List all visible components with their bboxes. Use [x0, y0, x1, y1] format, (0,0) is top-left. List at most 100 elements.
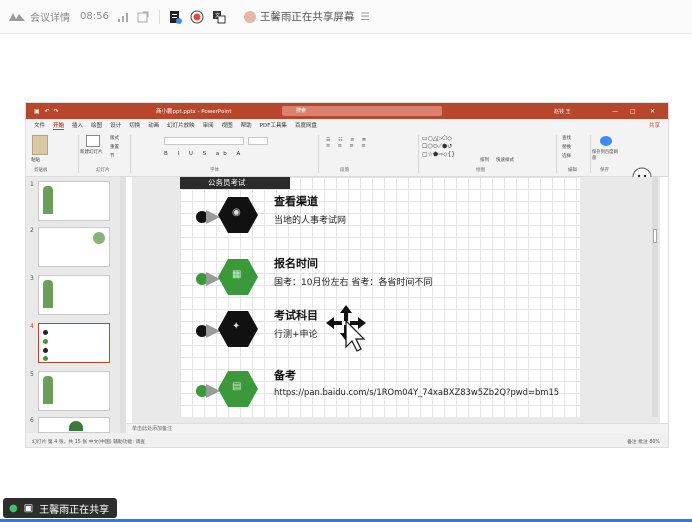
ppt-share-button[interactable]: 共享 [649, 121, 660, 129]
slide-thumbnails-pane: 1 2 3 4 5 6 [26, 177, 126, 433]
plant-image [93, 232, 105, 244]
ppt-menu-tabs: 文件 开始 插入 绘图 设计 切换 动画 幻灯片放映 审阅 视图 帮助 PDF工… [26, 119, 668, 131]
row-title: 报名时间 [274, 257, 318, 270]
tab-file[interactable]: 文件 [34, 121, 45, 129]
meeting-detail-button[interactable]: 会议详情 [30, 9, 70, 24]
slide-thumbnail-2[interactable] [38, 227, 110, 267]
ribbon-group-clipboard: 剪贴板 [34, 168, 48, 173]
tab-slideshow[interactable]: 幻灯片放映 [167, 121, 195, 129]
tab-draw[interactable]: 绘图 [91, 121, 102, 129]
slide-header: 公务员考试 [180, 177, 290, 189]
ppt-titlebar: ▣ ↶ ↷ 商小鹏ppt.pptx - PowerPoint 搜索 赵钱 王 —… [26, 103, 668, 119]
pointer-shape [206, 210, 220, 224]
calendar-icon: ▦ [232, 269, 242, 280]
ribbon-separator [418, 135, 419, 173]
ppt-search-input[interactable]: 搜索 [282, 106, 442, 116]
share-menu-icon[interactable]: ☰ [360, 11, 369, 23]
translate-icon[interactable]: 文 [212, 10, 226, 24]
redo-icon[interactable]: ↷ [54, 108, 59, 115]
slide-row: ▤ 备考 https://pan.baidu.com/s/1ROm04Y_74x… [190, 365, 580, 413]
baidu-save-button[interactable]: 保存到百度网盘 [592, 149, 622, 161]
record-icon[interactable] [190, 10, 204, 24]
slide-thumbnail-4[interactable] [38, 323, 110, 363]
close-icon[interactable]: ✕ [650, 108, 655, 115]
meeting-time: 08:56 [80, 11, 109, 22]
baidu-save-icon [600, 136, 612, 146]
tab-baidu-pan[interactable]: 百度网盘 [295, 121, 317, 129]
slide-thumbnail-5[interactable] [38, 371, 110, 411]
current-slide[interactable]: 公务员考试 ◉ 查看渠道 当地的人事考试网 ▦ 报名时间 国考：10月份左右 省… [180, 177, 580, 417]
thumb-number: 2 [30, 227, 34, 234]
status-right[interactable]: 备注 批注 80% [627, 438, 660, 445]
mic-icon[interactable]: ● [9, 503, 18, 514]
status-left: 幻灯片 第 4 张，共 15 张 中文(中国) 辅助功能: 调查 [32, 440, 146, 445]
sharing-indicator[interactable]: ● ▣ 王馨雨正在共享 [3, 498, 117, 518]
shapes-gallery[interactable]: ▭○△▷⬠◇ ☐⬡⬭⟋⬢↺ ▢☆⬟⇨⬦{} [422, 135, 474, 163]
notes-pane[interactable]: 单击此处添加备注 [126, 423, 668, 433]
font-format-buttons[interactable]: B I U S ab A [164, 151, 244, 157]
tab-review[interactable]: 审阅 [203, 121, 214, 129]
ribbon-group-slides: 幻灯片 [96, 168, 110, 173]
font-name-select[interactable] [164, 137, 244, 145]
ribbon-separator [556, 135, 557, 173]
paragraph-buttons[interactable]: ☰ ☷ ≡ ≣ ≡ ≡ ≡ ≡ [326, 137, 369, 149]
notes-icon[interactable] [168, 10, 182, 24]
svg-text:文: 文 [215, 12, 220, 19]
pointer-shape [206, 384, 220, 398]
row-title: 备考 [274, 369, 296, 382]
slide-thumbnail-1[interactable] [38, 181, 110, 221]
pointer-shape [206, 272, 220, 286]
thumb-number: 1 [30, 181, 34, 188]
ppt-file-name: 商小鹏ppt.pptx - PowerPoint [156, 109, 232, 115]
popout-icon[interactable] [137, 11, 149, 23]
section-button[interactable]: 节 [110, 153, 115, 159]
chart-icon: ▤ [232, 381, 242, 392]
tab-insert[interactable]: 插入 [72, 121, 83, 129]
slide-editor: 公务员考试 ◉ 查看渠道 当地的人事考试网 ▦ 报名时间 国考：10月份左右 省… [132, 177, 660, 433]
replace-button[interactable]: 替换 [562, 144, 571, 150]
minimize-icon[interactable]: — [612, 108, 618, 115]
thumb-number: 5 [30, 371, 34, 378]
sharing-indicator-label: 王馨雨正在共享 [39, 504, 110, 516]
gear-icon: ✦ [232, 321, 241, 332]
layout-button[interactable]: 版式 [110, 135, 119, 141]
ribbon-group-paragraph: 段落 [340, 168, 349, 173]
arrange-button[interactable]: 排列 [480, 157, 489, 163]
shared-screen: ▣ ↶ ↷ 商小鹏ppt.pptx - PowerPoint 搜索 赵钱 王 —… [26, 103, 668, 447]
paste-label: 粘贴 [31, 158, 40, 163]
find-button[interactable]: 查找 [562, 135, 571, 141]
row-subtitle: 当地的人事考试网 [274, 216, 347, 226]
plant-image [43, 186, 53, 214]
tab-help[interactable]: 帮助 [241, 121, 252, 129]
select-button[interactable]: 选择 [562, 153, 571, 159]
reset-button[interactable]: 重置 [110, 144, 119, 150]
tab-design[interactable]: 设计 [110, 121, 121, 129]
signal-icon [117, 11, 129, 23]
new-slide-button[interactable] [86, 135, 100, 147]
screen-share-status: 王馨雨正在共享屏幕 ☰ [243, 9, 370, 24]
thumb-number: 3 [30, 275, 34, 282]
tab-pdf-tools[interactable]: PDF工具集 [260, 121, 287, 129]
save-icon[interactable]: ▣ [34, 108, 40, 115]
tab-animations[interactable]: 动画 [148, 121, 159, 129]
new-slide-label: 新建幻灯片 [80, 150, 103, 155]
thumb-number: 6 [30, 417, 34, 424]
row-title: 考试科目 [274, 309, 318, 322]
ribbon-separator [78, 135, 79, 173]
tab-transitions[interactable]: 切换 [129, 121, 140, 129]
ribbon-group-editing: 编辑 [568, 168, 577, 173]
undo-icon[interactable]: ↶ [45, 108, 50, 115]
tab-home[interactable]: 开始 [53, 121, 65, 130]
font-size-select[interactable] [248, 137, 268, 145]
maximize-icon[interactable]: □ [630, 108, 636, 115]
editor-vertical-scrollbar[interactable] [652, 177, 658, 417]
screen-icon: ▣ [23, 502, 34, 514]
slide-thumbnail-3[interactable] [38, 275, 110, 315]
slide-thumbnail-6[interactable] [38, 417, 110, 433]
move-cursor-icon [326, 303, 376, 353]
paste-button[interactable] [32, 135, 48, 155]
ribbon-separator [130, 135, 131, 173]
quick-styles-button[interactable]: 快速样式 [496, 157, 514, 163]
thumbnail-scrollbar[interactable] [120, 177, 126, 433]
tab-view[interactable]: 视图 [222, 121, 233, 129]
